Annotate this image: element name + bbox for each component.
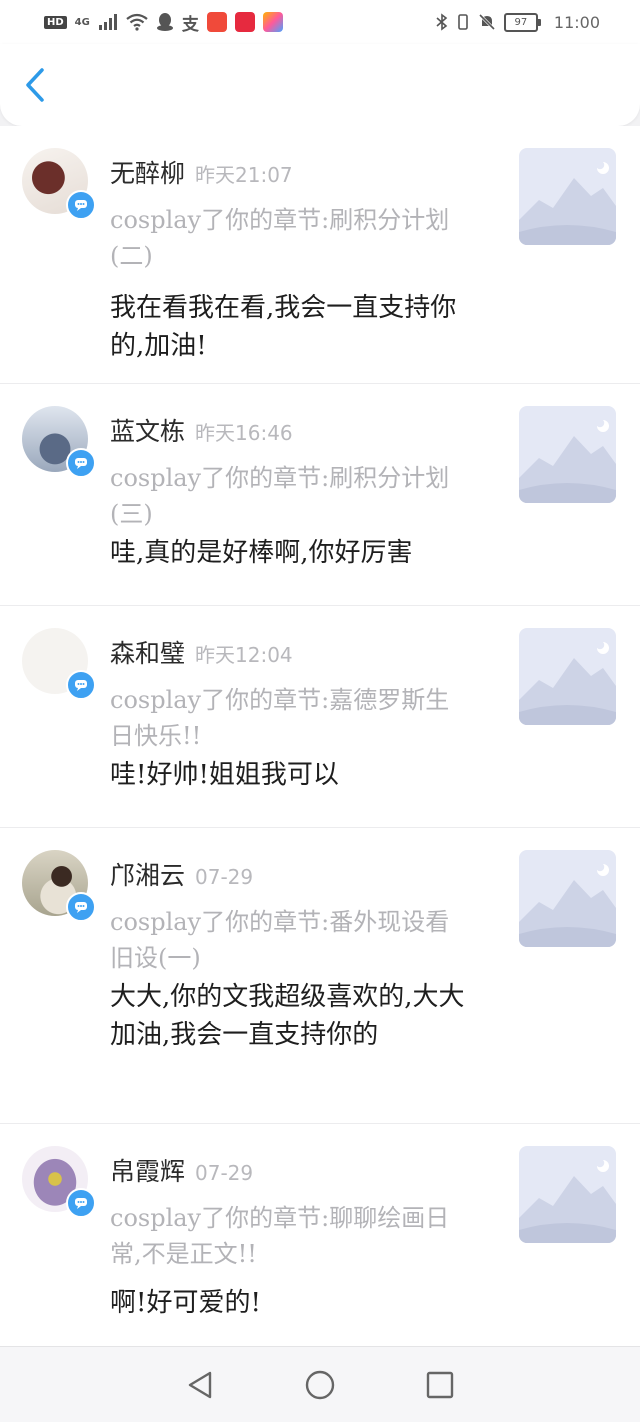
circle-home-icon bbox=[305, 1370, 335, 1399]
chapter-meta[interactable]: cosplay了你的章节:聊聊绘画日常,不是正文!! bbox=[110, 1200, 470, 1272]
mute-bell-icon bbox=[478, 13, 495, 31]
back-button[interactable] bbox=[18, 68, 52, 102]
chapter-meta[interactable]: cosplay了你的章节:嘉德罗斯生日快乐!! bbox=[110, 682, 470, 754]
status-bar: HD 4G 支 97 11:00 bbox=[0, 0, 640, 44]
comment-badge bbox=[66, 670, 96, 700]
user-name[interactable]: 森和璧 bbox=[110, 634, 185, 670]
comment-bubble-icon bbox=[75, 458, 87, 469]
list-item[interactable]: 蓝文栋 昨天16:46 cosplay了你的章节:刷积分计划(三) 哇,真的是好… bbox=[0, 384, 640, 606]
chevron-left-icon bbox=[26, 68, 44, 102]
avatar[interactable] bbox=[22, 148, 96, 220]
comment-bubble-icon bbox=[75, 200, 87, 211]
network-type: 4G bbox=[74, 16, 90, 28]
chapter-meta[interactable]: cosplay了你的章节:番外现设看旧设(一) bbox=[110, 904, 470, 976]
vibrate-icon bbox=[458, 14, 468, 30]
top-nav-bar bbox=[0, 44, 640, 126]
user-name[interactable]: 蓝文栋 bbox=[110, 412, 185, 448]
comment-list: 无醉柳 昨天21:07 cosplay了你的章节:刷积分计划(二) 我在看我在看… bbox=[0, 126, 640, 1346]
mountain-placeholder-icon bbox=[519, 148, 616, 245]
name-row: 无醉柳 昨天21:07 bbox=[110, 154, 293, 190]
name-row: 森和璧 昨天12:04 bbox=[110, 634, 293, 670]
avatar[interactable] bbox=[22, 406, 96, 478]
chapter-meta[interactable]: cosplay了你的章节:刷积分计划(三) bbox=[110, 460, 470, 532]
alipay-icon: 支 bbox=[181, 14, 199, 35]
triangle-back-icon bbox=[188, 1371, 212, 1398]
comment-text: 大大,你的文我超级喜欢的,大大加油,我会一直支持你的 bbox=[110, 982, 465, 1050]
chapter-thumbnail[interactable] bbox=[519, 148, 616, 245]
comment-text: 哇,真的是好棒啊,你好厉害 bbox=[110, 538, 413, 568]
comment-bubble-icon bbox=[75, 902, 87, 913]
mountain-placeholder-icon bbox=[519, 406, 616, 503]
nav-recent-button[interactable] bbox=[420, 1365, 460, 1405]
list-item[interactable]: 邝湘云 07-29 cosplay了你的章节:番外现设看旧设(一) 大大,你的文… bbox=[0, 828, 640, 1124]
avatar[interactable] bbox=[22, 628, 96, 700]
avatar[interactable] bbox=[22, 850, 96, 922]
user-name[interactable]: 无醉柳 bbox=[110, 154, 185, 190]
hd-indicator: HD bbox=[44, 15, 67, 29]
name-row: 蓝文栋 昨天16:46 bbox=[110, 412, 293, 448]
bluetooth-icon bbox=[436, 13, 448, 31]
chapter-thumbnail[interactable] bbox=[519, 628, 616, 725]
list-item[interactable]: 无醉柳 昨天21:07 cosplay了你的章节:刷积分计划(二) 我在看我在看… bbox=[0, 126, 640, 384]
comment-bubble-icon bbox=[75, 680, 87, 691]
nav-home-button[interactable] bbox=[300, 1365, 340, 1405]
wifi-icon bbox=[126, 13, 148, 31]
timestamp: 昨天21:07 bbox=[195, 163, 293, 187]
chapter-thumbnail[interactable] bbox=[519, 850, 616, 947]
name-row: 邝湘云 07-29 bbox=[110, 856, 253, 892]
gallery-app-icon bbox=[262, 12, 283, 32]
mountain-placeholder-icon bbox=[519, 628, 616, 725]
list-item[interactable]: 森和璧 昨天12:04 cosplay了你的章节:嘉德罗斯生日快乐!! 哇!好帅… bbox=[0, 606, 640, 828]
qq-icon bbox=[156, 13, 173, 31]
nav-back-button[interactable] bbox=[180, 1365, 220, 1405]
signal-icon bbox=[98, 14, 117, 30]
xiaohongshu-app-icon bbox=[234, 12, 255, 32]
status-left: HD 4G 支 bbox=[44, 10, 283, 35]
chapter-thumbnail[interactable] bbox=[519, 406, 616, 503]
name-row: 帛霞辉 07-29 bbox=[110, 1152, 253, 1188]
timestamp: 昨天12:04 bbox=[195, 643, 293, 667]
comment-badge bbox=[66, 190, 96, 220]
timestamp: 07-29 bbox=[195, 1161, 254, 1185]
user-name[interactable]: 邝湘云 bbox=[110, 856, 185, 892]
taobao-app-icon bbox=[206, 12, 227, 32]
mountain-placeholder-icon bbox=[519, 1146, 616, 1243]
mountain-placeholder-icon bbox=[519, 850, 616, 947]
square-recent-icon bbox=[426, 1371, 454, 1398]
system-nav-bar bbox=[0, 1346, 640, 1422]
status-right: 97 11:00 bbox=[436, 12, 600, 32]
comment-text: 我在看我在看,我会一直支持你的,加油! bbox=[110, 293, 457, 361]
comment-badge bbox=[66, 1188, 96, 1218]
timestamp: 07-29 bbox=[195, 865, 254, 889]
avatar[interactable] bbox=[22, 1146, 96, 1218]
comment-bubble-icon bbox=[75, 1198, 87, 1209]
comment-text: 哇!好帅!姐姐我可以 bbox=[110, 760, 339, 790]
chapter-meta[interactable]: cosplay了你的章节:刷积分计划(二) bbox=[110, 202, 470, 274]
list-item[interactable]: 帛霞辉 07-29 cosplay了你的章节:聊聊绘画日常,不是正文!! 啊!好… bbox=[0, 1124, 640, 1346]
comment-text: 啊!好可爱的! bbox=[110, 1288, 261, 1318]
battery-icon: 97 bbox=[503, 12, 541, 32]
user-name[interactable]: 帛霞辉 bbox=[110, 1152, 185, 1188]
comment-badge bbox=[66, 448, 96, 478]
chapter-thumbnail[interactable] bbox=[519, 1146, 616, 1243]
timestamp: 昨天16:46 bbox=[195, 421, 293, 445]
clock: 11:00 bbox=[553, 12, 600, 32]
comment-badge bbox=[66, 892, 96, 922]
